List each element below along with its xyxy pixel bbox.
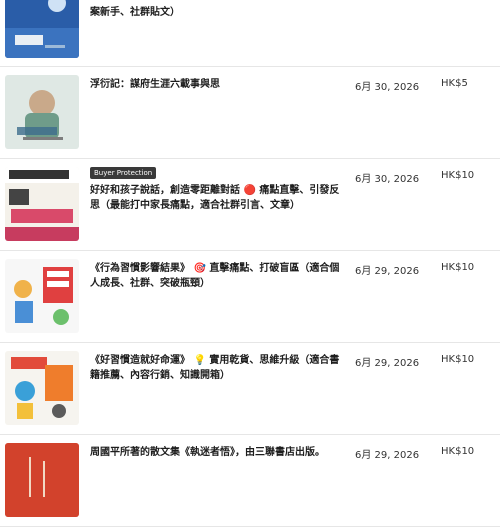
listing-date: 6月 30, 2026	[355, 82, 420, 93]
listing-title[interactable]: 案新手、社群貼文）	[90, 5, 340, 20]
book-cover-image[interactable]	[5, 75, 79, 149]
book-cover-image[interactable]	[5, 351, 79, 425]
listing-price: HK$10	[441, 262, 475, 273]
listing-title[interactable]: 《行為習慣影響結果》 🎯 直擊痛點、打破盲區（適合個人成長、社群、突破瓶頸）	[90, 261, 340, 291]
buyer-protection-badge: Buyer Protection	[90, 167, 157, 179]
listing-price: HK$10	[441, 170, 475, 181]
book-cover-image[interactable]	[5, 443, 79, 517]
listing-row[interactable]: 《行為習慣影響結果》 🎯 直擊痛點、打破盲區（適合個人成長、社群、突破瓶頸） 6…	[0, 251, 500, 343]
listing-date: 6月 29, 2026	[355, 450, 420, 461]
listing-date: 6月 30, 2026	[355, 174, 420, 185]
listing-title[interactable]: 浮衍記：謀府生涯六載事與思	[90, 77, 340, 92]
listing-price: HK$10	[441, 354, 475, 365]
book-cover-image[interactable]	[5, 167, 79, 241]
book-cover-image[interactable]	[5, 0, 79, 58]
listing-row[interactable]: 周國平所著的散文集《執迷者悟》，由三聯書店出版。 6月 29, 2026 HK$…	[0, 435, 500, 527]
listing-row[interactable]: 《好習慣造就好命運》 💡 實用乾貨、思維升級（適合書籍推薦、內容行銷、知識開箱）…	[0, 343, 500, 435]
listing-title[interactable]: 周國平所著的散文集《執迷者悟》，由三聯書店出版。	[90, 445, 340, 460]
listing-date: 6月 29, 2026	[355, 358, 420, 369]
listing-price: HK$10	[441, 446, 475, 457]
listing-row[interactable]: 案新手、社群貼文）	[0, 0, 500, 67]
listing-row[interactable]: Buyer Protection 好好和孩子說話，創造零距離對話 🔴 痛點直擊、…	[0, 159, 500, 251]
listing-row[interactable]: 浮衍記：謀府生涯六載事與思 6月 30, 2026 HK$5	[0, 67, 500, 159]
listing-title[interactable]: 好好和孩子說話，創造零距離對話 🔴 痛點直擊、引發反思（最能打中家長痛點，適合社…	[90, 183, 340, 213]
listing-title[interactable]: 《好習慣造就好命運》 💡 實用乾貨、思維升級（適合書籍推薦、內容行銷、知識開箱）	[90, 353, 340, 383]
listing-list: 案新手、社群貼文） 浮衍記：謀府生涯六載事與思 6月 30, 2026 HK$5	[0, 0, 500, 527]
listing-price: HK$5	[441, 78, 468, 89]
book-cover-image[interactable]	[5, 259, 79, 333]
listing-date: 6月 29, 2026	[355, 266, 420, 277]
